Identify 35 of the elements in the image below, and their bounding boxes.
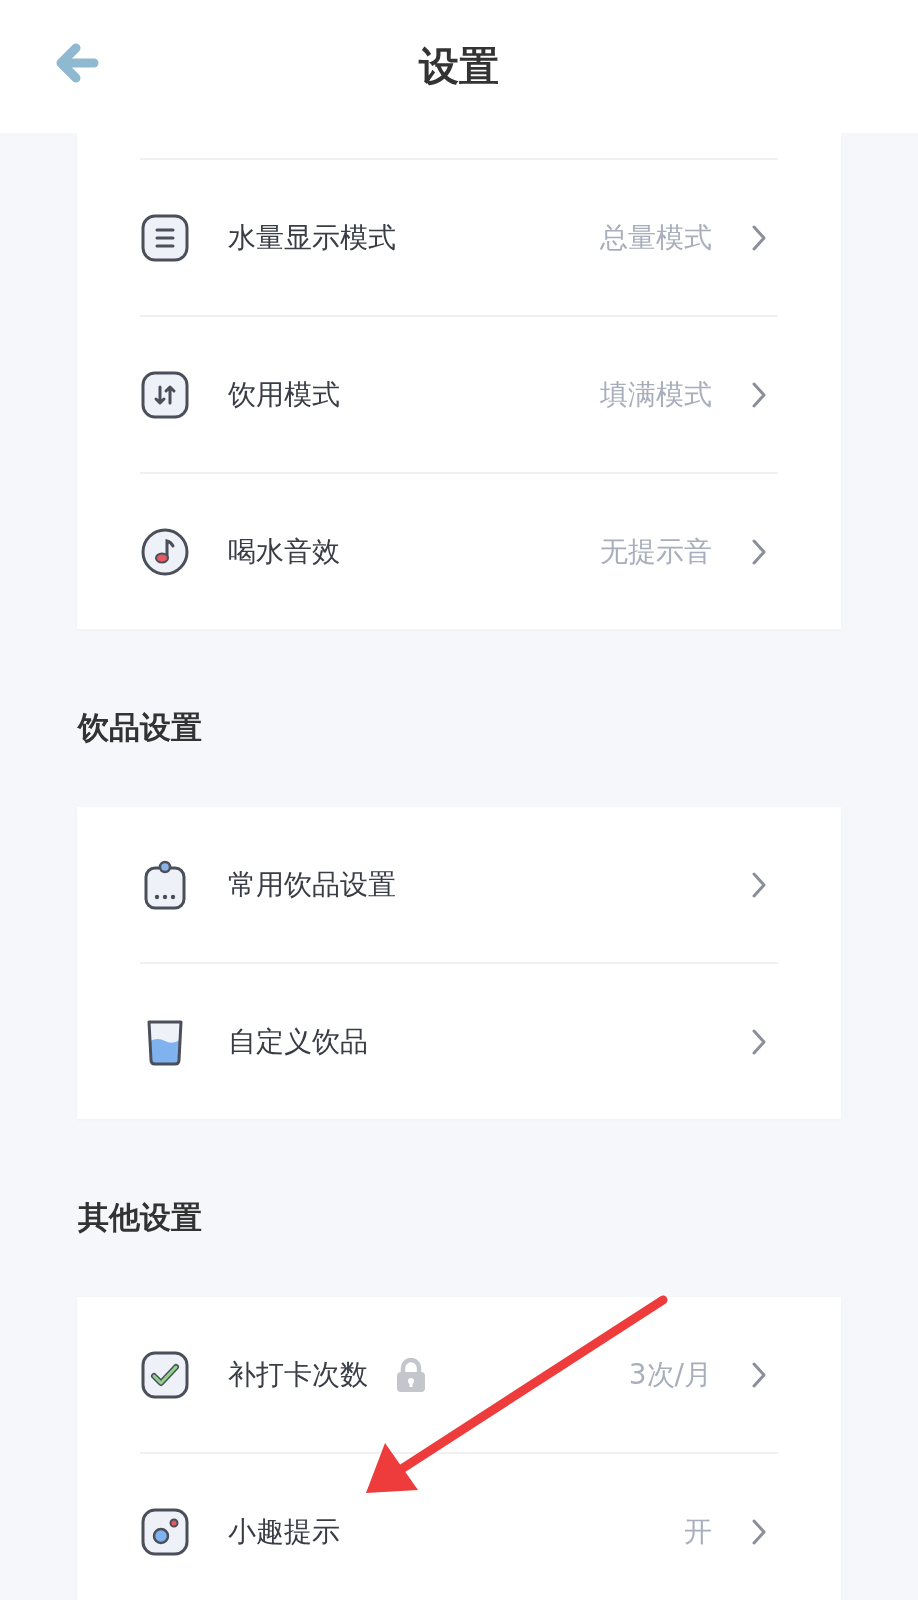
list-icon [140, 212, 190, 263]
chevron-right-icon [752, 381, 766, 408]
settings-row[interactable]: 补打卡次数 3次/月 [77, 1297, 841, 1452]
chevron-right-icon [752, 1361, 766, 1388]
setting-label: 补打卡次数 [228, 1356, 368, 1393]
arrows-icon [140, 369, 190, 420]
chevron-right-icon [752, 871, 766, 898]
page-title: 设置 [419, 42, 499, 91]
setting-value: 总量模式 [600, 219, 712, 256]
settings-row[interactable]: 喝水音效 无提示音 [77, 474, 841, 629]
chevron-right-icon [752, 1028, 766, 1055]
setting-label: 常用饮品设置 [228, 866, 396, 903]
setting-value: 开 [684, 1513, 712, 1550]
music-note-icon [140, 526, 190, 577]
setting-value: 填满模式 [600, 376, 712, 413]
settings-row[interactable]: 自定义饮品 [77, 964, 841, 1119]
dots-icon [140, 1506, 190, 1557]
setting-label: 饮用模式 [228, 376, 340, 413]
setting-label: 小趣提示 [228, 1513, 340, 1550]
section-title: 饮品设置 [76, 708, 203, 747]
setting-label: 喝水音效 [228, 533, 340, 570]
settings-row[interactable]: 小趣提示 开 [77, 1454, 841, 1600]
chevron-right-icon [752, 538, 766, 565]
section-title: 其他设置 [77, 1198, 203, 1237]
settings-row[interactable]: 饮用模式 填满模式 [77, 317, 841, 472]
chevron-right-icon [752, 1518, 766, 1545]
setting-value: 3次/月 [628, 1356, 712, 1393]
setting-value: 无提示音 [600, 533, 712, 570]
settings-row[interactable]: 水量显示模式 总量模式 [77, 160, 841, 315]
chevron-right-icon [752, 224, 766, 251]
setting-label: 自定义饮品 [228, 1023, 368, 1060]
settings-row[interactable]: 常用饮品设置 [77, 807, 841, 962]
checkmark-icon [140, 1349, 190, 1400]
setting-label: 水量显示模式 [228, 219, 396, 256]
back-arrow-icon[interactable] [54, 42, 100, 84]
